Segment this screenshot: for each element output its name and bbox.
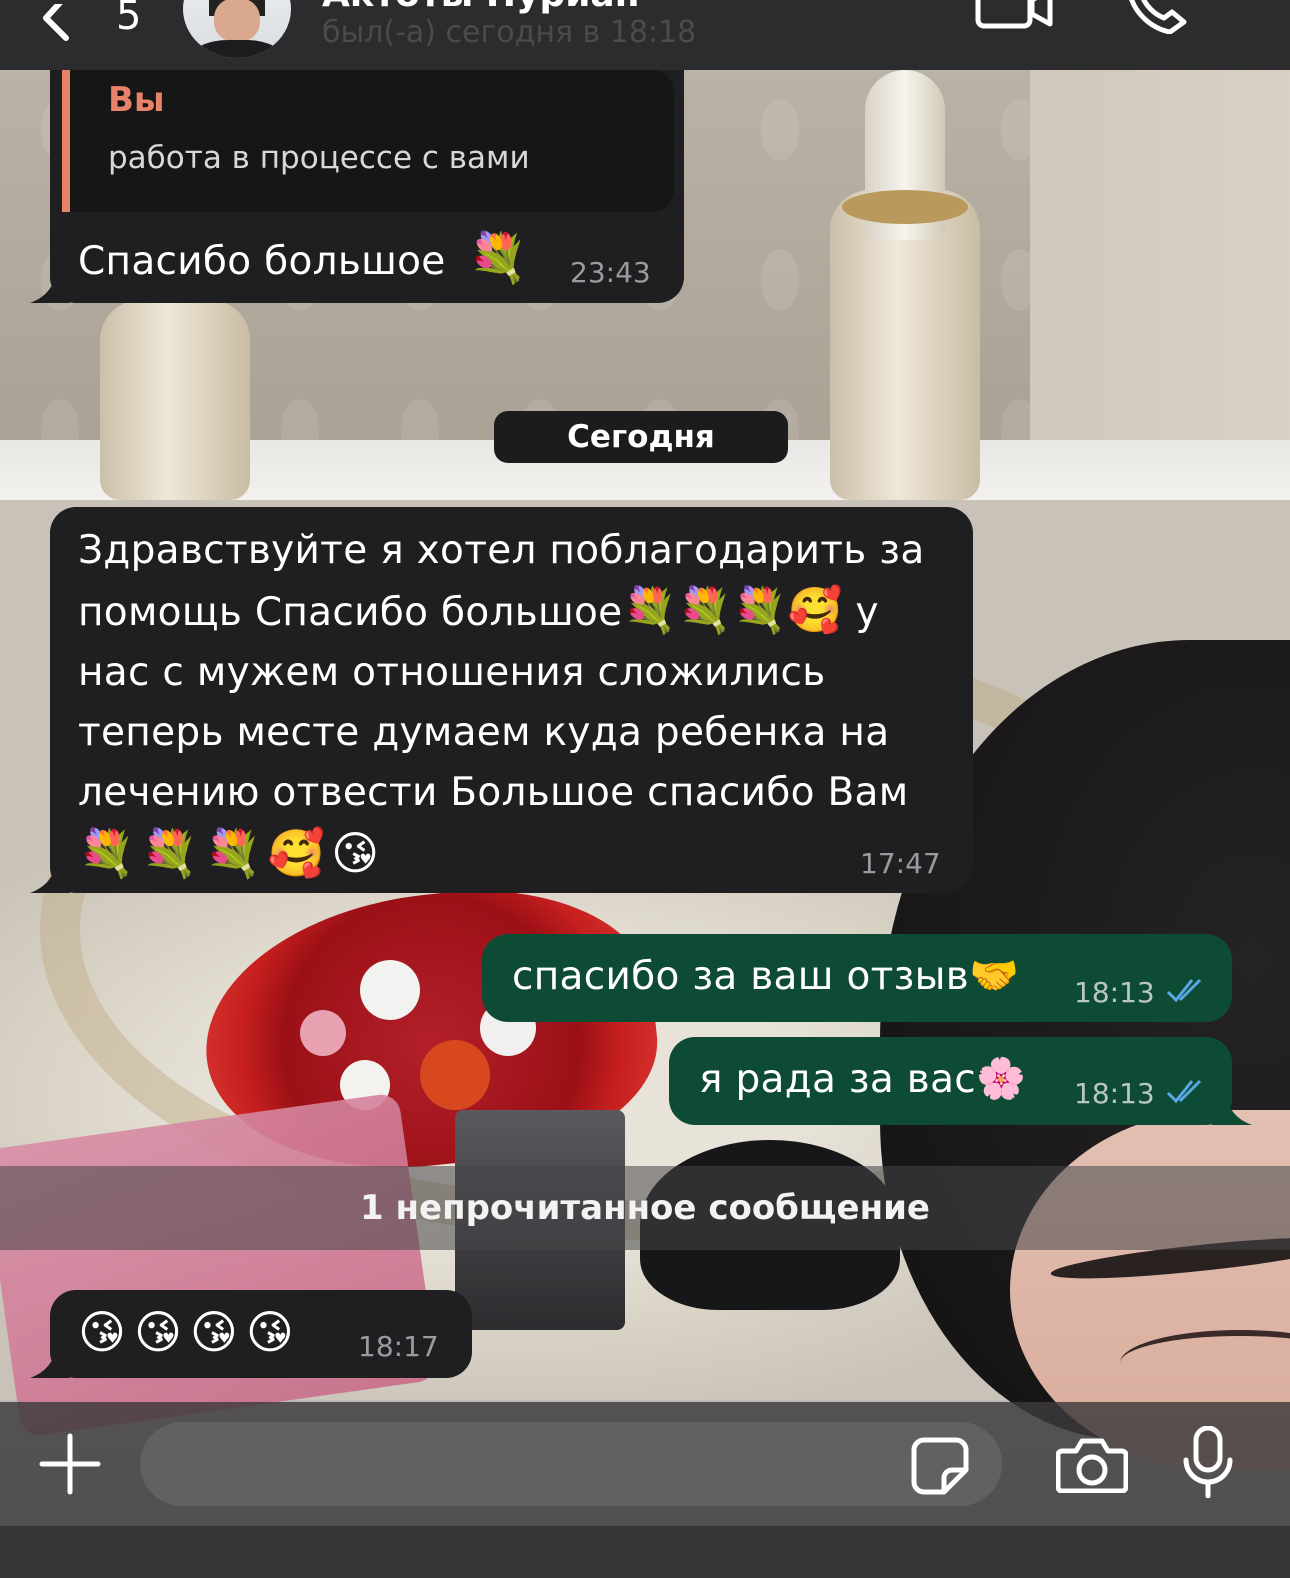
chat-header: 5 Актоты Нуриан был(-а) сегодня в 18:18: [0, 0, 1290, 70]
message-text: спасибо за ваш отзыв: [512, 954, 970, 999]
message-time: 18:17: [358, 1330, 439, 1363]
message-line: 💐💐💐🥰😘: [78, 823, 925, 887]
emoji-group: 💐💐💐🥰😘: [78, 826, 386, 880]
unread-messages-separator: 1 непрочитанное сообщение: [0, 1166, 1290, 1250]
plus-icon: [39, 1433, 101, 1495]
video-camera-icon: [975, 0, 1053, 29]
unread-chats-count: 5: [116, 0, 142, 39]
back-button[interactable]: 5: [36, 0, 141, 48]
contact-name[interactable]: Актоты Нуриан: [322, 0, 640, 15]
emoji-group: 💐💐💐🥰: [622, 585, 843, 636]
bouquet-emoji: 💐: [468, 230, 529, 286]
quoted-reply[interactable]: Вы работа в процессе с вами: [62, 70, 674, 212]
message-text: я рада за вас: [699, 1057, 977, 1102]
sticker-button[interactable]: [910, 1436, 970, 1500]
read-checkmarks-icon: [1166, 978, 1202, 1003]
message-line: нас с мужем отношения сложились: [78, 650, 826, 695]
camera-button[interactable]: [1055, 1437, 1129, 1497]
avatar[interactable]: [183, 0, 291, 58]
phone-icon: [1129, 0, 1187, 35]
message-line: помощь Спасибо большое💐💐💐🥰 у: [78, 581, 925, 643]
message-time: 18:13: [1074, 976, 1155, 1009]
message-bubble-outgoing[interactable]: я рада за вас🌸 18:13: [669, 1037, 1252, 1125]
message-line: лечению отвести Большое спасибо Вам: [78, 770, 909, 815]
microphone-icon: [1183, 1425, 1233, 1499]
message-text: Спасибо большое: [78, 239, 446, 284]
message-bubble-incoming[interactable]: 😘😘😘😘 18:17: [30, 1290, 472, 1378]
message-input[interactable]: [140, 1422, 1002, 1506]
reply-text: работа в процессе с вами: [108, 140, 530, 176]
message-time: 17:47: [860, 847, 941, 880]
message-line: теперь месте думаем куда ребенка на: [78, 710, 890, 755]
handshake-emoji: 🤝: [969, 953, 1020, 999]
chevron-left-icon: [36, 4, 76, 44]
sticker-icon: [911, 1437, 969, 1495]
message-time: 23:43: [570, 256, 651, 289]
home-indicator-area: [0, 1526, 1290, 1578]
message-time: 18:13: [1074, 1077, 1155, 1110]
video-call-button[interactable]: [974, 0, 1054, 36]
message-line: Здравствуйте я хотел поблагодарить за: [78, 528, 925, 573]
voice-message-button[interactable]: [1182, 1425, 1234, 1502]
message-bubble-outgoing[interactable]: спасибо за ваш отзыв🤝 18:13: [482, 934, 1232, 1022]
message-bubble-incoming[interactable]: Здравствуйте я хотел поблагодарить за по…: [30, 507, 973, 893]
attach-button[interactable]: [38, 1432, 102, 1500]
read-checkmarks-icon: [1166, 1079, 1202, 1104]
kiss-emoji-group: 😘😘😘😘: [78, 1305, 302, 1359]
voice-call-button[interactable]: [1126, 0, 1190, 38]
last-seen-status: был(-а) сегодня в 18:18: [322, 15, 697, 50]
reply-sender: Вы: [108, 80, 165, 120]
camera-icon: [1055, 1438, 1129, 1494]
message-bubble-incoming[interactable]: Вы работа в процессе с вами Спасибо боль…: [30, 70, 684, 303]
date-separator: Сегодня: [494, 411, 788, 463]
blossom-emoji: 🌸: [976, 1056, 1027, 1102]
